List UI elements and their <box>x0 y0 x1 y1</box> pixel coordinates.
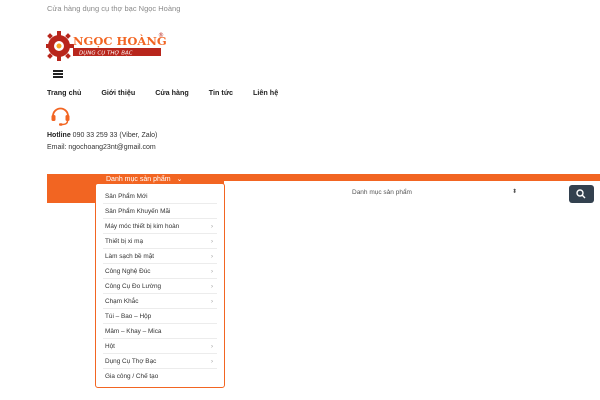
contact-info: Hotline 090 33 259 33 (Viber, Zalo) Emai… <box>47 130 159 153</box>
category-menu-item[interactable]: Mâm – Khay – Mica <box>103 324 217 339</box>
category-menu-item[interactable]: Dụng Cụ Thợ Bạc › <box>103 354 217 369</box>
category-menu-item[interactable]: Máy móc thiết bị kim hoàn › <box>103 219 217 234</box>
headset-icon <box>50 104 71 126</box>
category-menu-item[interactable]: Túi – Bao – Hộp <box>103 309 217 324</box>
chevron-right-icon: › <box>211 269 213 275</box>
nav-item-home[interactable]: Trang chủ <box>47 88 81 97</box>
category-menu-item-label: Mâm – Khay – Mica <box>105 328 162 335</box>
category-menu-item-label: Chạm Khắc <box>105 298 139 305</box>
email-label: Email: <box>47 143 67 151</box>
chevron-right-icon: › <box>211 224 213 230</box>
category-menu-item[interactable]: Làm sạch bề mặt › <box>103 249 217 264</box>
category-dropdown-menu: Sản Phẩm Mới Sản Phẩm Khuyến Mãi Máy móc t… <box>95 183 225 388</box>
category-menu-item-label: Máy móc thiết bị kim hoàn <box>105 223 180 230</box>
category-menu-item[interactable]: Sản Phẩm Khuyến Mãi <box>103 204 217 219</box>
logo-mark: ® <box>158 32 164 39</box>
category-menu-toggle[interactable]: Danh mục sản phẩm ⌄ <box>106 175 183 184</box>
site-logo[interactable]: NGỌC HOÀNG ® DỤNG CỤ THỢ BẠC <box>46 28 168 66</box>
email-line: Email: ngochoang23nt@gmail.com <box>47 142 159 154</box>
nav-item-shop[interactable]: Cửa hàng <box>155 88 189 97</box>
category-menu-item[interactable]: Hột › <box>103 339 217 354</box>
category-menu-item[interactable]: Chạm Khắc › <box>103 294 217 309</box>
chevron-right-icon: › <box>211 284 213 290</box>
category-menu-item-label: Gia công / Chế tạo <box>105 373 159 380</box>
search-icon <box>576 189 586 199</box>
chevron-right-icon: › <box>211 359 213 365</box>
category-menu-item-label: Làm sạch bề mặt <box>105 253 155 260</box>
chevron-right-icon: › <box>211 239 213 245</box>
category-menu-item[interactable]: Công Cụ Đo Lường › <box>103 279 217 294</box>
chevron-right-icon: › <box>211 254 213 260</box>
category-menu-item-label: Sản Phẩm Khuyến Mãi <box>105 208 171 215</box>
gear-icon <box>46 31 74 61</box>
category-menu-item-label: Công Cụ Đo Lường <box>105 283 162 290</box>
store-tagline: Cửa hàng dụng cụ thợ bạc Ngọc Hoàng <box>47 4 181 13</box>
hotline-label: Hotline <box>47 132 71 139</box>
category-menu-item-label: Dụng Cụ Thợ Bạc <box>105 358 157 365</box>
nav-item-contact[interactable]: Liên hệ <box>253 88 278 97</box>
category-select[interactable]: Danh mục sản phẩm ⬍ <box>345 187 520 199</box>
hotline-value[interactable]: 090 33 259 33 (Viber, Zalo) <box>71 132 158 139</box>
main-nav: Trang chủ Giới thiệu Cửa hàng Tin tức Li… <box>47 88 298 97</box>
nav-item-about[interactable]: Giới thiệu <box>101 88 135 97</box>
category-menu-item-label: Hột <box>105 343 115 350</box>
category-menu-label: Danh mục sản phẩm <box>106 175 171 183</box>
category-menu-item[interactable]: Công Nghệ Đúc › <box>103 264 217 279</box>
category-menu-item-label: Sản Phẩm Mới <box>105 193 148 200</box>
logo-tagline: DỤNG CỤ THỢ BẠC <box>79 51 133 57</box>
category-menu-item-label: Túi – Bao – Hộp <box>105 313 152 320</box>
nav-item-news[interactable]: Tin tức <box>209 88 233 97</box>
category-menu-item-label: Thiết bị xi mạ <box>105 238 144 245</box>
chevron-right-icon: › <box>211 344 213 350</box>
category-menu-item[interactable]: Gia công / Chế tạo <box>103 369 217 384</box>
email-value[interactable]: ngochoang23nt@gmail.com <box>66 144 155 151</box>
category-menu-item-label: Công Nghệ Đúc <box>105 268 151 275</box>
search-button[interactable] <box>569 185 594 203</box>
hotline-line: Hotline 090 33 259 33 (Viber, Zalo) <box>47 130 159 142</box>
top-bar: Cửa hàng dụng cụ thợ bạc Ngọc Hoàng <box>0 0 600 20</box>
category-select-value: Danh mục sản phẩm <box>352 189 412 196</box>
chevron-right-icon: › <box>211 299 213 305</box>
logo-brand: NGỌC HOÀNG <box>73 34 167 48</box>
category-menu-item[interactable]: Thiết bị xi mạ › <box>103 234 217 249</box>
chevron-down-icon: ⌄ <box>176 176 183 183</box>
select-arrows-icon: ⬍ <box>511 189 517 195</box>
hamburger-menu-icon[interactable] <box>53 70 63 78</box>
category-menu-item[interactable]: Sản Phẩm Mới <box>103 189 217 204</box>
